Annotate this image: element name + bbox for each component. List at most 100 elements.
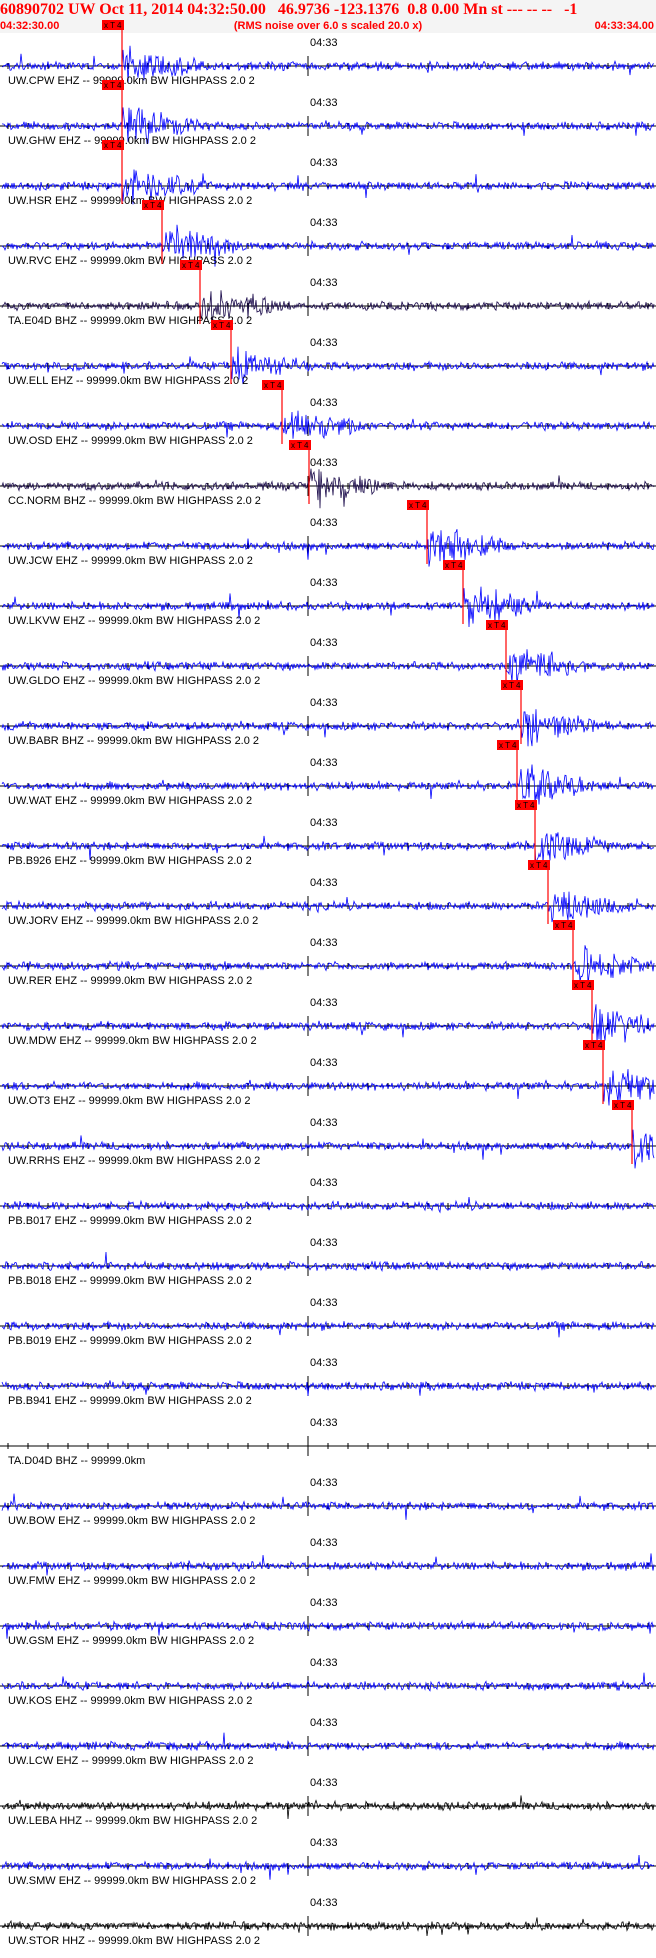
minute-label: 04:33 [310,1597,338,1609]
channel-trace: 04:33 UW.BABR BHZ -- 99999.0km BW HIGHPAS… [0,680,656,747]
channel-trace: 04:33 UW.CPW EHZ -- 99999.0km BW HIGHPASS… [0,20,656,87]
channel-label: PB.B926 EHZ -- 99999.0km BW HIGHPASS 2.0… [8,855,252,867]
pick-label: x T 4 [503,681,521,690]
minute-label: 04:33 [310,1177,338,1189]
channel-trace: 04:33 UW.RRHS EHZ -- 99999.0km BW HIGHPAS… [0,1100,656,1169]
channel-label: UW.ELL EHZ -- 99999.0km BW HIGHPASS 2.0 … [8,375,248,387]
waveform [1,1553,655,1576]
minute-label: 04:33 [310,1057,338,1069]
waveform [1,1380,655,1396]
channel-label: PB.B941 EHZ -- 99999.0km BW HIGHPASS 2.0… [8,1395,252,1407]
pick-label: x T 4 [530,861,548,870]
channel-trace: 04:33 UW.OSD EHZ -- 99999.0km BW HIGHPASS… [0,380,656,447]
channel-label: UW.RVC EHZ -- 99999.0km BW HIGHPASS 2.0 … [8,255,252,267]
pick-marker: x T 4 [515,800,537,864]
channel-trace: 04:33 UW.LEBA HHZ -- 99999.0km BW HIGHPAS… [0,1777,656,1827]
pick-marker: x T 4 [497,740,519,804]
seismogram-panel: 04:33 UW.CPW EHZ -- 99999.0km BW HIGHPASS… [0,20,656,1947]
pick-marker: x T 4 [407,500,429,564]
pick-marker: x T 4 [612,1100,634,1164]
channel-trace: 04:33 UW.GHW EHZ -- 99999.0km BW HIGHPASS… [0,80,656,147]
minute-label: 04:33 [310,1357,338,1369]
channel-label: UW.GHW EHZ -- 99999.0km BW HIGHPASS 2.0 … [8,135,256,147]
minute-label: 04:33 [310,97,338,109]
channel-label: UW.BOW EHZ -- 99999.0km BW HIGHPASS 2.0 … [8,1515,255,1527]
channel-label: UW.FMW EHZ -- 99999.0km BW HIGHPASS 2.0 … [8,1575,255,1587]
channel-label: UW.OT3 EHZ -- 99999.0km BW HIGHPASS 2.0 … [8,1095,250,1107]
pick-label: x T 4 [585,1041,603,1050]
channel-label: UW.GSM EHZ -- 99999.0km BW HIGHPASS 2.0 … [8,1635,254,1647]
pick-label: x T 4 [104,141,122,150]
minute-label: 04:33 [310,337,338,349]
minute-label: 04:33 [310,997,338,1009]
pick-marker: x T 4 [486,620,508,684]
channel-label: UW.WAT EHZ -- 99999.0km BW HIGHPASS 2.0 … [8,795,252,807]
channel-label: TA.D04D BHZ -- 99999.0km [8,1455,145,1467]
channel-trace: 04:33 PB.B018 EHZ -- 99999.0km BW HIGHPAS… [0,1237,656,1287]
channel-trace: 04:33 PB.B017 EHZ -- 99999.0km BW HIGHPAS… [0,1177,656,1227]
channel-trace: 04:33 UW.FMW EHZ -- 99999.0km BW HIGHPASS… [0,1537,656,1587]
minute-label: 04:33 [310,757,338,769]
channel-trace: 04:33 UW.STOR HHZ -- 99999.0km BW HIGHPAS… [0,1897,656,1947]
pick-marker: x T 4 [583,1040,605,1104]
channel-label: UW.LKVW EHZ -- 99999.0km BW HIGHPASS 2.0… [8,615,260,627]
minute-label: 04:33 [310,817,338,829]
channel-trace: 04:33 UW.JORV EHZ -- 99999.0km BW HIGHPAS… [0,860,656,927]
minute-label: 04:33 [310,37,338,49]
channel-label: UW.JORV EHZ -- 99999.0km BW HIGHPASS 2.0… [8,915,258,927]
channel-trace: 04:33 UW.WAT EHZ -- 99999.0km BW HIGHPASS… [0,740,656,807]
pick-label: x T 4 [488,621,506,630]
pick-label: x T 4 [555,921,573,930]
minute-label: 04:33 [310,457,338,469]
minute-label: 04:33 [310,1417,338,1429]
channel-trace: 04:33 UW.LCW EHZ -- 99999.0km BW HIGHPASS… [0,1717,656,1767]
pick-marker: x T 4 [528,860,550,924]
pick-label: x T 4 [291,441,309,450]
channel-trace: 04:33TA.E04D BHZ -- 99999.0km BW HIGHPAS… [0,260,656,327]
channel-trace: 04:33 UW.ELL EHZ -- 99999.0km BW HIGHPASS… [0,320,656,387]
minute-label: 04:33 [310,1117,338,1129]
pick-label: x T 4 [213,321,231,330]
minute-label: 04:33 [310,277,338,289]
pick-label: x T 4 [264,381,282,390]
channel-trace: 04:33 CC.NORM BHZ -- 99999.0km BW HIGHPAS… [0,440,656,509]
minute-label: 04:33 [310,1537,338,1549]
channel-trace: 04:33 PB.B019 EHZ -- 99999.0km BW HIGHPAS… [0,1297,656,1347]
minute-label: 04:33 [310,1477,338,1489]
channel-label: UW.MDW EHZ -- 99999.0km BW HIGHPASS 2.0 … [8,1035,257,1047]
channel-trace: 04:33 UW.GLDO EHZ -- 99999.0km BW HIGHPAS… [0,620,656,687]
channel-label: PB.B017 EHZ -- 99999.0km BW HIGHPASS 2.0… [8,1215,252,1227]
channel-trace: 04:33 PB.B926 EHZ -- 99999.0km BW HIGHPAS… [0,800,656,869]
channel-label: UW.GLDO EHZ -- 99999.0km BW HIGHPASS 2.0… [8,675,260,687]
channel-label: UW.HSR EHZ -- 99999.0km BW HIGHPASS 2.0 … [8,195,252,207]
minute-label: 04:33 [310,1777,338,1789]
channel-label: UW.JCW EHZ -- 99999.0km BW HIGHPASS 2.0 … [8,555,253,567]
channel-label: UW.CPW EHZ -- 99999.0km BW HIGHPASS 2.0 … [8,75,255,87]
pick-label: x T 4 [409,501,427,510]
channel-trace: 04:33 PB.B941 EHZ -- 99999.0km BW HIGHPAS… [0,1357,656,1407]
pick-marker: x T 4 [553,920,575,984]
channel-trace: 04:33 UW.KOS EHZ -- 99999.0km BW HIGHPASS… [0,1657,656,1707]
channel-label: UW.RER EHZ -- 99999.0km BW HIGHPASS 2.0 … [8,975,252,987]
minute-label: 04:33 [310,1837,338,1849]
channel-trace: 04:33 UW.HSR EHZ -- 99999.0km BW HIGHPASS… [0,140,656,207]
pick-label: x T 4 [104,81,122,90]
channel-label: PB.B018 EHZ -- 99999.0km BW HIGHPASS 2.0… [8,1275,252,1287]
channel-trace: 04:33 UW.JCW EHZ -- 99999.0km BW HIGHPASS… [0,500,656,567]
pick-marker: x T 4 [443,560,465,624]
minute-label: 04:33 [310,637,338,649]
minute-label: 04:33 [310,1297,338,1309]
channel-trace: 04:33 UW.LKVW EHZ -- 99999.0km BW HIGHPAS… [0,560,656,628]
channel-label: UW.KOS EHZ -- 99999.0km BW HIGHPASS 2.0 … [8,1695,252,1707]
channel-label: CC.NORM BHZ -- 99999.0km BW HIGHPASS 2.0… [8,495,261,507]
channel-trace: 04:33 UW.OT3 EHZ -- 99999.0km BW HIGHPASS… [0,1040,656,1107]
channel-label: UW.LEBA HHZ -- 99999.0km BW HIGHPASS 2.0… [8,1815,257,1827]
channel-label: UW.RRHS EHZ -- 99999.0km BW HIGHPASS 2.0… [8,1155,260,1167]
minute-label: 04:33 [310,1897,338,1909]
channel-trace: 04:33 TA.D04D BHZ -- 99999.0km [0,1417,656,1467]
minute-label: 04:33 [310,1657,338,1669]
pick-label: x T 4 [517,801,535,810]
pick-marker: x T 4 [572,980,594,1044]
channel-trace: 04:33 UW.RVC EHZ -- 99999.0km BW HIGHPASS… [0,200,656,267]
pick-label: x T 4 [574,981,592,990]
